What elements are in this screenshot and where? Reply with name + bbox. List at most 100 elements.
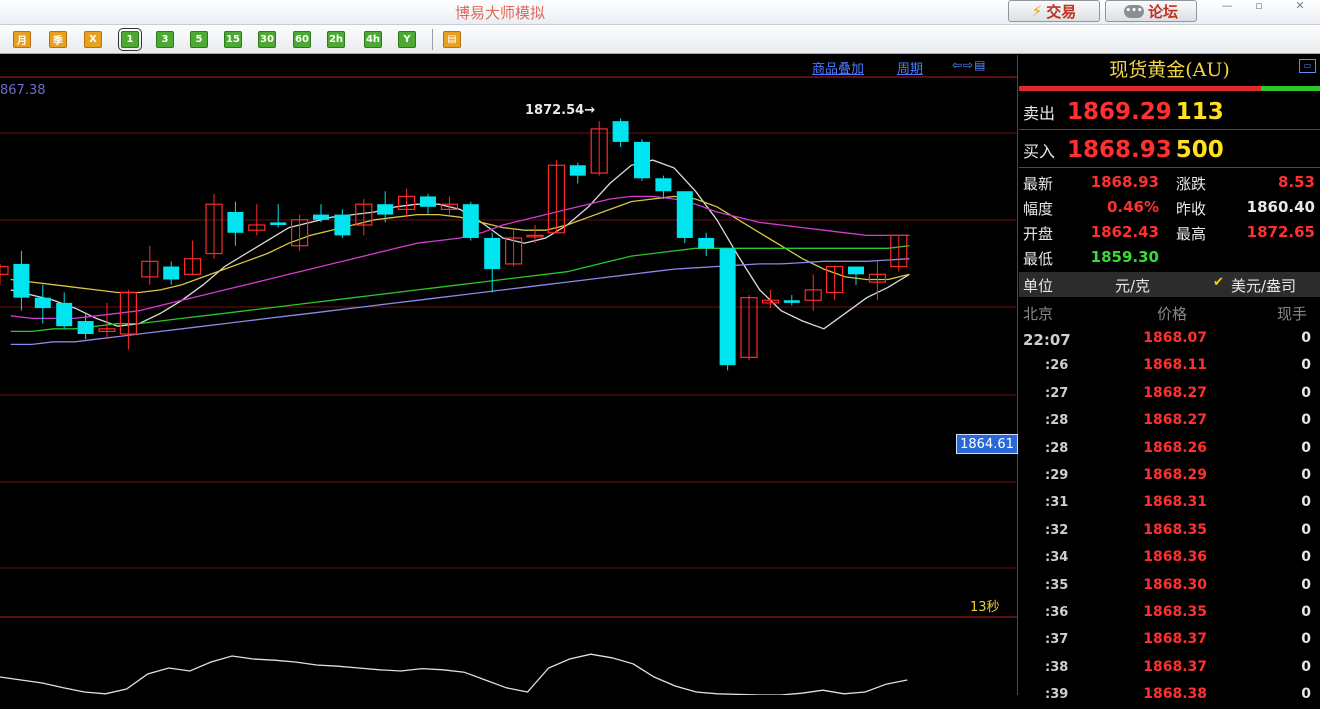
kline-chart-area[interactable]: 商品叠加 周期 ⇦⇨▤ 867.38 1872.54→ 1864.61 13秒 (0, 55, 1018, 695)
candle-body (569, 165, 586, 176)
instrument-title: 现货黄金(AU) (1109, 59, 1230, 81)
unit-value[interactable]: 元/克 (1115, 275, 1150, 296)
candle-body (676, 191, 693, 238)
candle-body (56, 302, 73, 327)
indicator-line (0, 653, 908, 695)
ticks-header: 北京 价格 现手 (1019, 300, 1320, 326)
candle-body (334, 214, 351, 236)
period-button-11[interactable]: Y (398, 31, 416, 48)
tick-volume: 0 (1301, 439, 1311, 456)
tick-price: 1868.37 (1143, 658, 1207, 675)
candle-body (462, 204, 479, 238)
candle-body (698, 237, 715, 249)
y-axis-top-value: 867.38 (0, 83, 46, 98)
tick-price: 1868.11 (1143, 357, 1207, 374)
tick-time: :28 (1045, 440, 1069, 456)
stats-row: 最低 1859.30 (1019, 246, 1320, 270)
buy-quote-row[interactable]: 买入 1868.93 500 (1019, 132, 1320, 168)
candle-body (313, 214, 329, 220)
tick-price: 1868.26 (1143, 439, 1207, 456)
buy-label: 买入 (1023, 141, 1056, 161)
tick-price: 1868.35 (1143, 521, 1207, 538)
period-button-10[interactable]: 4h (364, 31, 382, 48)
period-button-8[interactable]: 60 (293, 31, 311, 48)
table-icon[interactable]: ▤ (443, 31, 461, 48)
period-link[interactable]: 周期 (897, 58, 923, 77)
tick-volume: 0 (1301, 631, 1311, 648)
window-icon[interactable]: ▭ (1299, 59, 1316, 73)
stats-row: 开盘 1862.43 最高 1872.65 (1019, 221, 1320, 245)
candle-body (227, 212, 244, 233)
tick-row[interactable]: :31 1868.31 0 (1019, 491, 1320, 517)
tick-row[interactable]: :36 1868.35 0 (1019, 601, 1320, 627)
candle-body (612, 121, 629, 142)
period-button-9[interactable]: 2h (327, 31, 345, 48)
tick-row[interactable]: :38 1868.37 0 (1019, 656, 1320, 682)
sell-quote-row[interactable]: 卖出 1869.29 113 (1019, 94, 1320, 130)
period-toolbar: 月 季 X 1 3 5 15 30 60 2h 4h Y ▤ (0, 25, 1320, 54)
tick-time: :38 (1045, 659, 1069, 675)
overlay-link[interactable]: 商品叠加 (812, 58, 864, 77)
tick-volume: 0 (1301, 604, 1311, 620)
period-button-4[interactable]: 3 (156, 31, 174, 48)
trade-button[interactable]: ⚡ 交易 (1008, 0, 1100, 22)
unit-alt-option[interactable]: 美元/盎司 (1231, 275, 1296, 296)
period-button-7[interactable]: 30 (258, 31, 276, 48)
candle-body (34, 297, 51, 309)
tick-time: :28 (1045, 413, 1069, 429)
tick-price: 1868.07 (1143, 330, 1207, 346)
period-button-3[interactable]: 1 (118, 28, 142, 51)
buy-volume: 500 (1175, 136, 1224, 163)
trade-button-label: 交易 (1046, 2, 1077, 21)
forum-button[interactable]: ••• 论坛 (1105, 0, 1197, 22)
tick-row[interactable]: 22:07 1868.07 0 (1019, 327, 1320, 353)
tick-row[interactable]: :35 1868.30 0 (1019, 574, 1320, 600)
moving-average-ma5 (10, 258, 910, 346)
tick-row[interactable]: :34 1868.36 0 (1019, 546, 1320, 572)
tick-row[interactable]: :39 1868.38 0 (1019, 683, 1320, 709)
tick-row[interactable]: :32 1868.35 0 (1019, 519, 1320, 545)
toolbar-separator (432, 29, 433, 50)
current-price-tag: 1864.61 (956, 434, 1018, 454)
period-button-0[interactable]: 月 (13, 31, 31, 48)
tick-volume: 0 (1301, 549, 1311, 566)
period-button-2[interactable]: X (84, 31, 102, 48)
tick-price: 1868.27 (1143, 412, 1207, 429)
tick-row[interactable]: :26 1868.11 0 (1019, 354, 1320, 380)
stat-label: 昨收 (1176, 200, 1207, 218)
period-button-5[interactable]: 5 (190, 31, 208, 48)
high-price-annotation: 1872.54→ (525, 103, 596, 118)
layout-switch-icon[interactable]: ⇦⇨▤ (952, 58, 986, 72)
restore-icon[interactable]: ▫ (1246, 0, 1272, 14)
tick-row[interactable]: :27 1868.27 0 (1019, 382, 1320, 408)
sell-volume: 113 (1175, 98, 1224, 125)
lightning-icon: ⚡ (1031, 2, 1043, 20)
tick-time: :34 (1045, 550, 1069, 566)
minimize-icon[interactable]: — (1214, 0, 1240, 14)
stats-row: 幅度 0.46% 昨收 1860.40 (1019, 196, 1320, 220)
close-icon[interactable]: ✕ (1287, 0, 1313, 14)
tick-row[interactable]: :29 1868.29 0 (1019, 464, 1320, 490)
stat-label: 最新 (1023, 175, 1054, 193)
moving-average-ma4 (10, 245, 910, 333)
tick-time: :35 (1045, 577, 1069, 593)
tick-time: :29 (1045, 468, 1069, 483)
tick-row[interactable]: :28 1868.26 0 (1019, 437, 1320, 463)
tick-time: :37 (1045, 632, 1069, 648)
forum-button-label: 论坛 (1147, 2, 1178, 21)
period-button-1[interactable]: 季 (49, 31, 67, 48)
tick-row[interactable]: :37 1868.37 0 (1019, 628, 1320, 654)
stats-row: 最新 1868.93 涨跌 8.53 (1019, 171, 1320, 195)
stat-value: 0.46% (1106, 198, 1159, 216)
candle-body (270, 222, 287, 225)
period-button-6[interactable]: 15 (224, 31, 242, 48)
tick-price: 1868.38 (1143, 686, 1207, 703)
title-bar: 博易大师模拟 ⚡ 交易 ••• 论坛 — ▫ ✕ (0, 0, 1320, 25)
tick-row[interactable]: :28 1868.27 0 (1019, 409, 1320, 435)
candle-body (377, 204, 394, 215)
tick-time: :36 (1045, 605, 1069, 620)
tick-volume: 0 (1301, 494, 1311, 511)
quote-panel: 现货黄金(AU) ▭ 卖出 1869.29 113 买入 1868.93 500… (1019, 55, 1320, 702)
buy-price: 1868.93 (1067, 136, 1172, 163)
kline-chart[interactable] (0, 55, 1018, 695)
